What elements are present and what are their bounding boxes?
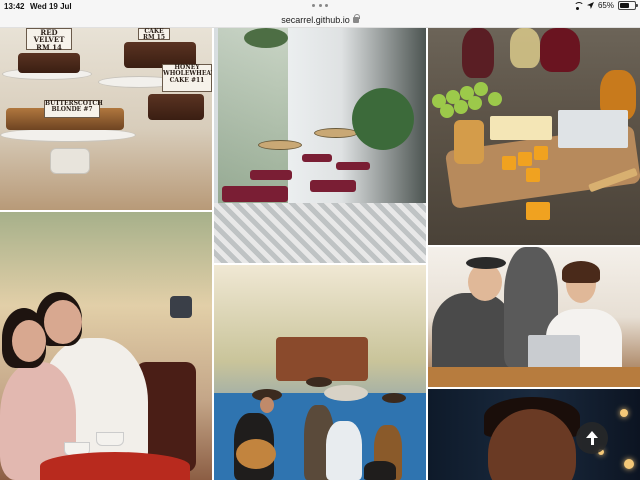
coffee-cup <box>96 432 124 446</box>
photo-bakery[interactable]: RED VELVET RM 14 CAKE RM 15 HONEY WHOLEW… <box>0 28 212 210</box>
photo-mariachi-band[interactable] <box>214 265 426 480</box>
status-right-group: 65% <box>573 1 638 10</box>
grape <box>468 96 482 110</box>
red-table <box>40 452 190 480</box>
cheese-wedge <box>490 116 552 140</box>
lock-icon <box>352 14 360 23</box>
grape <box>488 92 502 106</box>
cheese-cube <box>526 168 540 182</box>
red-wine-glass <box>540 28 580 72</box>
phone <box>170 296 192 318</box>
face <box>44 300 82 344</box>
bokeh-light <box>620 409 628 417</box>
sombrero <box>382 393 406 403</box>
cheese-cube <box>518 152 532 166</box>
location-arrow-icon <box>586 2 594 9</box>
sign-cake: CAKE RM 15 <box>138 28 170 41</box>
wifi-icon <box>573 2 583 10</box>
bokeh-light <box>624 459 634 469</box>
sign-honey-wholewheat: HONEY WHOLEWHEAT CAKE #11 <box>162 64 212 92</box>
guitar <box>236 439 276 469</box>
hanging-plant <box>244 28 288 48</box>
status-time: 13:42 <box>4 2 25 11</box>
musician <box>326 421 362 480</box>
cheese-cube <box>502 156 516 170</box>
white-wine-glass <box>510 28 540 68</box>
status-date: Wed 19 Jul <box>30 2 72 11</box>
sombrero <box>324 385 368 401</box>
blue-cheese <box>558 110 628 148</box>
plant <box>352 88 414 150</box>
face <box>12 320 46 362</box>
cheese-cube <box>534 146 548 160</box>
tiled-floor <box>214 203 426 263</box>
face <box>260 397 274 413</box>
sign-red-velvet: RED VELVET RM 14 <box>26 28 72 51</box>
url-text[interactable]: secarrel.github.io <box>281 15 350 25</box>
cake-stand <box>0 128 136 142</box>
stool <box>336 162 370 170</box>
vase <box>50 148 90 174</box>
grape <box>440 104 454 118</box>
stage-roof <box>276 337 368 381</box>
multitasking-dots-icon[interactable] <box>312 4 328 8</box>
flat-cap <box>466 257 506 269</box>
photo-portrait[interactable] <box>428 389 640 480</box>
stool <box>310 180 356 192</box>
grape <box>474 82 488 96</box>
stool <box>250 170 292 180</box>
arrow-up-icon <box>585 431 599 445</box>
wine-bottle <box>462 28 494 78</box>
musician <box>364 461 396 480</box>
address-bar[interactable]: secarrel.github.io <box>0 14 640 28</box>
counter <box>428 367 640 387</box>
grape <box>454 100 468 114</box>
battery-percentage: 65% <box>597 1 614 10</box>
photo-grid: RED VELVET RM 14 CAKE RM 15 HONEY WHOLEW… <box>0 28 640 480</box>
cafe-table <box>314 128 358 138</box>
sombrero <box>306 377 332 387</box>
cake <box>18 53 80 73</box>
cheese-cube <box>526 202 550 220</box>
stool <box>302 154 332 162</box>
cracker-stack <box>454 120 484 164</box>
cafe-table <box>258 140 302 150</box>
status-bar: 13:42 Wed 19 Jul 65% <box>0 0 640 14</box>
stool <box>222 186 288 202</box>
hair <box>562 261 600 283</box>
scroll-to-top-button[interactable] <box>576 422 608 454</box>
sign-butterscotch: BUTTERSCOTCH BLONDE #7 <box>44 100 103 118</box>
photo-cheese-board[interactable] <box>428 28 640 245</box>
photo-cafe-staff[interactable] <box>428 247 640 387</box>
laptop <box>528 335 580 371</box>
photo-cafe-interior[interactable] <box>214 28 426 263</box>
cake <box>148 94 204 120</box>
photo-selfie-friends[interactable] <box>0 212 212 480</box>
battery-icon <box>618 1 638 10</box>
